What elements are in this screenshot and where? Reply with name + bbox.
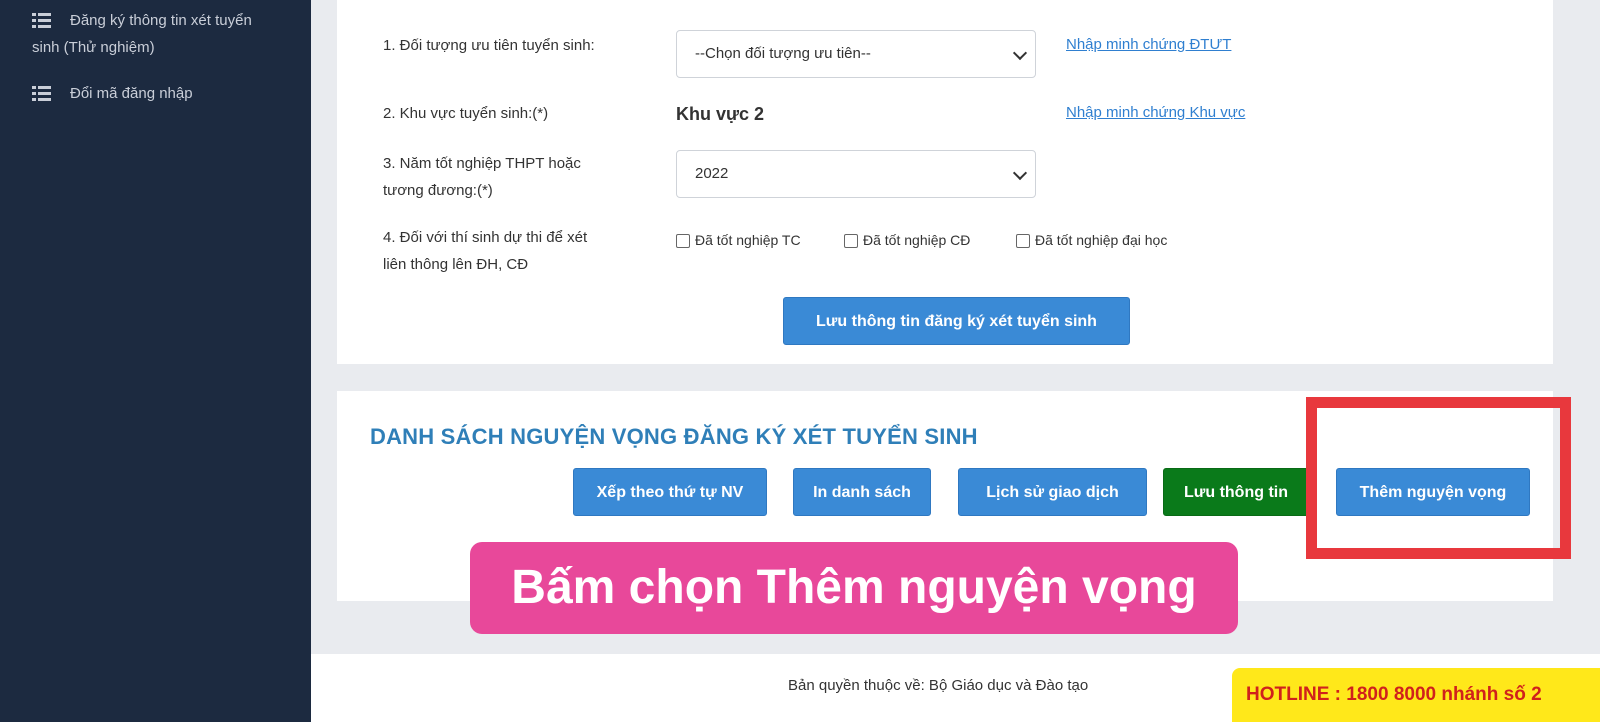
transfer-label-line1: 4. Đối với thí sinh dự thi để xét xyxy=(383,229,588,246)
priority-select[interactable]: --Chọn đối tượng ưu tiên-- xyxy=(676,30,1036,78)
transaction-history-button[interactable]: Lịch sử giao dịch xyxy=(958,468,1147,516)
region-value: Khu vực 2 xyxy=(676,104,765,124)
checkbox-box[interactable] xyxy=(1016,234,1030,248)
hotline-banner: HOTLINE : 1800 8000 nhánh số 2 xyxy=(1232,668,1600,722)
grad-year-label-line1: 3. Năm tốt nghiệp THPT hoặc xyxy=(383,155,581,172)
checkbox-graduated-university[interactable]: Đã tốt nghiệp đại học xyxy=(1016,231,1167,249)
sort-wishes-button[interactable]: Xếp theo thứ tự NV xyxy=(573,468,767,516)
transfer-label-line2: liên thông lên ĐH, CĐ xyxy=(383,256,529,273)
checkbox-graduated-tc[interactable]: Đã tốt nghiệp TC xyxy=(676,231,801,249)
priority-selected-value: --Chọn đối tượng ưu tiên-- xyxy=(695,45,871,62)
sidebar-item-change-password[interactable]: Đổi mã đăng nhập xyxy=(32,80,282,107)
region-label: 2. Khu vực tuyển sinh:(*) xyxy=(383,105,549,122)
sidebar: Đăng ký thông tin xét tuyển sinh (Thử ng… xyxy=(0,0,311,722)
save-info-button[interactable]: Lưu thông tin xyxy=(1163,468,1309,516)
checkbox-box[interactable] xyxy=(844,234,858,248)
sidebar-item-register-info[interactable]: Đăng ký thông tin xét tuyển sinh (Thử ng… xyxy=(32,7,282,61)
checkbox-label: Đã tốt nghiệp đại học xyxy=(1035,232,1168,248)
checkbox-label: Đã tốt nghiệp TC xyxy=(695,232,801,248)
priority-evidence-link[interactable]: Nhập minh chứng ĐTƯT xyxy=(1066,36,1231,53)
save-registration-button[interactable]: Lưu thông tin đăng ký xét tuyển sinh xyxy=(783,297,1130,345)
grad-year-label-line2: tương đương:(*) xyxy=(383,182,493,199)
instruction-callout: Bấm chọn Thêm nguyện vọng xyxy=(470,542,1238,634)
list-icon xyxy=(32,13,51,28)
checkbox-box[interactable] xyxy=(676,234,690,248)
chevron-down-icon xyxy=(1012,165,1028,181)
wishlist-title: DANH SÁCH NGUYỆN VỌNG ĐĂNG KÝ XÉT TUYỂN … xyxy=(370,424,978,449)
print-list-button[interactable]: In danh sách xyxy=(793,468,931,516)
grad-year-select[interactable]: 2022 xyxy=(676,150,1036,198)
grad-year-selected-value: 2022 xyxy=(695,165,729,182)
sidebar-item-label: Đổi mã đăng nhập xyxy=(70,85,193,102)
list-icon xyxy=(32,86,51,101)
priority-label: 1. Đối tượng ưu tiên tuyển sinh: xyxy=(383,37,595,54)
region-evidence-link[interactable]: Nhập minh chứng Khu vực xyxy=(1066,104,1245,121)
sidebar-item-label: Đăng ký thông tin xét tuyển sinh (Thử ng… xyxy=(32,12,252,56)
chevron-down-icon xyxy=(1012,45,1028,61)
checkbox-label: Đã tốt nghiệp CĐ xyxy=(863,232,971,248)
highlight-box xyxy=(1306,397,1571,559)
copyright-text: Bản quyền thuộc về: Bộ Giáo dục và Đào t… xyxy=(788,677,1089,694)
checkbox-graduated-cd[interactable]: Đã tốt nghiệp CĐ xyxy=(844,231,970,249)
